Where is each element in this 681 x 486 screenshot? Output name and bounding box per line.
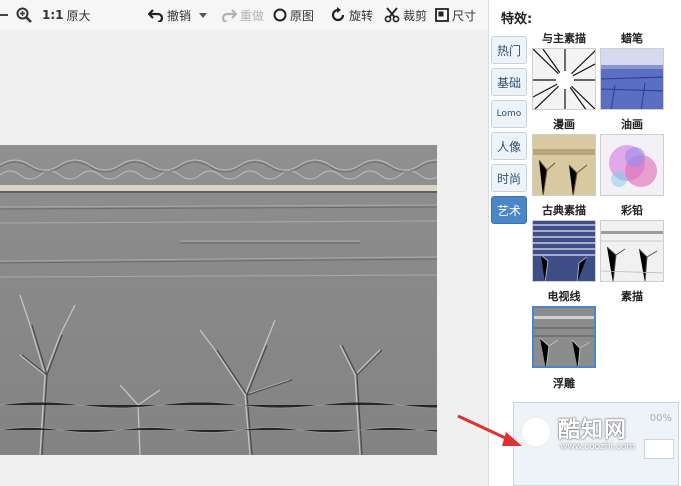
undo-button[interactable]: 撤销 (148, 6, 191, 24)
emboss-landscape-image (0, 145, 437, 455)
photo-editor-app: 1:1 原大 撤销 重做 原图 旋转 裁剪 尺寸 特效: 热门 基础 Lomo … (0, 0, 681, 486)
watermark-url: www.coozhi.com (560, 442, 636, 452)
original-size-button[interactable]: 1:1 原大 (42, 6, 91, 24)
crop-button[interactable]: 裁剪 (384, 6, 427, 24)
zoom-out-icon (0, 14, 8, 16)
chevron-down-icon (199, 13, 207, 18)
tab-fashion[interactable]: 时尚 (491, 164, 527, 192)
effect-label: 素描 (621, 290, 643, 303)
resize-label: 尺寸 (452, 8, 477, 23)
tab-portrait[interactable]: 人像 (491, 132, 527, 160)
effect-sketch[interactable]: 素描 (599, 290, 665, 304)
redo-icon (221, 9, 237, 22)
effect-thumbnail (600, 48, 664, 110)
embossed-photo[interactable] (0, 145, 437, 455)
toolbar: 1:1 原大 撤销 重做 原图 旋转 裁剪 尺寸 (0, 0, 488, 30)
undo-history-dropdown[interactable] (198, 6, 208, 24)
resize-button[interactable]: 尺寸 (435, 6, 476, 24)
zoom-out-button[interactable] (0, 6, 10, 24)
resize-icon (435, 8, 449, 22)
zoom-in-button[interactable] (16, 6, 32, 24)
rotate-button[interactable]: 旋转 (330, 6, 373, 24)
tab-art[interactable]: 艺术 (491, 196, 527, 224)
original-size-ratio: 1:1 (42, 8, 64, 22)
redo-button[interactable]: 重做 (221, 6, 264, 24)
effect-label: 电视线 (547, 290, 581, 303)
effects-title: 特效: (501, 12, 533, 27)
effect-emboss[interactable]: 浮雕 (531, 377, 597, 391)
crop-label: 裁剪 (403, 8, 428, 23)
effect-thumbnail (532, 220, 596, 282)
effect-label: 漫画 (553, 118, 575, 131)
zoom-in-icon (16, 7, 32, 23)
canvas-area[interactable] (0, 30, 488, 486)
effect-label: 古典素描 (542, 204, 586, 217)
undo-icon (148, 9, 164, 22)
red-arrow-icon (457, 414, 522, 446)
effect-sketch-main[interactable]: 与主素描 (531, 32, 597, 110)
effect-label: 与主素描 (542, 32, 586, 45)
effect-category-tabs: 热门 基础 Lomo 人像 时尚 艺术 (491, 36, 529, 228)
effect-color-pencil[interactable]: 彩铅 (599, 204, 665, 282)
restore-original-label: 原图 (290, 8, 315, 23)
effect-label: 油画 (621, 118, 643, 131)
effect-crayon[interactable]: 蜡笔 (599, 32, 665, 110)
redo-label: 重做 (240, 8, 265, 23)
watermark: 酷知网 www.coozhi.com (520, 410, 660, 456)
undo-label: 撤销 (167, 8, 192, 23)
effect-classic-sketch[interactable]: 古典素描 (531, 204, 597, 282)
effect-thumbnail (532, 134, 596, 196)
tab-lomo[interactable]: Lomo (491, 100, 527, 128)
rotate-label: 旋转 (349, 8, 374, 23)
rotate-icon (331, 7, 345, 22)
tab-hot[interactable]: 热门 (491, 36, 527, 64)
watermark-name: 酷知网 (558, 418, 628, 443)
original-size-label: 原大 (66, 8, 91, 23)
effect-oil-painting[interactable]: 油画 (599, 118, 665, 196)
effect-comic[interactable]: 漫画 (531, 118, 597, 196)
scissors-icon (384, 7, 400, 23)
effect-label: 彩铅 (621, 204, 643, 217)
restore-original-button[interactable]: 原图 (273, 6, 314, 24)
effect-label-selected: 浮雕 (553, 377, 575, 390)
effect-thumbnail (600, 220, 664, 282)
effect-label: 蜡笔 (621, 32, 643, 45)
tab-basic[interactable]: 基础 (491, 68, 527, 96)
effect-thumbnail (532, 48, 596, 110)
effect-tv-lines[interactable]: 电视线 (531, 290, 597, 368)
circle-icon (273, 8, 287, 22)
effect-thumbnail (532, 306, 596, 368)
watermark-logo-icon (520, 416, 552, 448)
effect-thumbnail (600, 134, 664, 196)
